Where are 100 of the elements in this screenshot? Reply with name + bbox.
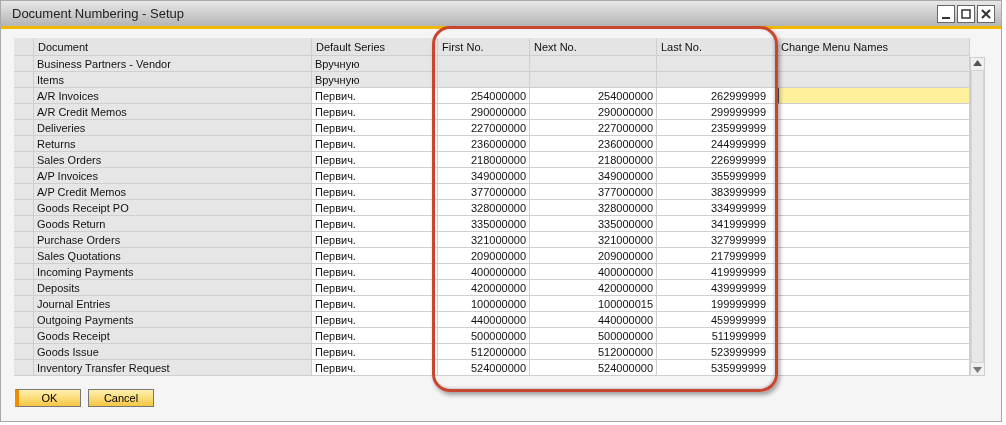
row-header[interactable] <box>14 328 34 344</box>
next-number-cell[interactable]: 328000000 <box>530 200 657 216</box>
first-number-cell[interactable] <box>438 56 530 72</box>
menu-name-cell[interactable] <box>777 200 970 216</box>
first-number-cell[interactable]: 377000000 <box>438 184 530 200</box>
series-cell[interactable]: Первич. <box>312 312 438 328</box>
menu-name-cell[interactable] <box>777 296 970 312</box>
menu-name-cell[interactable] <box>777 280 970 296</box>
last-number-cell[interactable]: 459999999 <box>657 312 777 328</box>
last-number-cell[interactable]: 439999999 <box>657 280 777 296</box>
first-number-cell[interactable]: 290000000 <box>438 104 530 120</box>
minimize-button[interactable] <box>937 4 955 23</box>
menu-name-cell[interactable] <box>777 184 970 200</box>
row-header[interactable] <box>14 168 34 184</box>
menu-name-cell[interactable] <box>777 328 970 344</box>
next-number-cell[interactable]: 321000000 <box>530 232 657 248</box>
series-cell[interactable]: Первич. <box>312 152 438 168</box>
last-number-cell[interactable]: 355999999 <box>657 168 777 184</box>
scroll-down-icon[interactable] <box>973 367 982 373</box>
row-header[interactable] <box>14 88 34 104</box>
first-number-cell[interactable]: 209000000 <box>438 248 530 264</box>
series-cell[interactable]: Первич. <box>312 248 438 264</box>
first-number-cell[interactable]: 321000000 <box>438 232 530 248</box>
last-number-cell[interactable]: 535999999 <box>657 360 777 376</box>
row-header[interactable] <box>14 264 34 280</box>
first-number-cell[interactable]: 500000000 <box>438 328 530 344</box>
first-number-cell[interactable]: 328000000 <box>438 200 530 216</box>
next-number-cell[interactable]: 440000000 <box>530 312 657 328</box>
next-number-cell[interactable]: 420000000 <box>530 280 657 296</box>
next-number-cell[interactable]: 290000000 <box>530 104 657 120</box>
row-header[interactable] <box>14 56 34 72</box>
row-header[interactable] <box>14 216 34 232</box>
first-number-cell[interactable]: 236000000 <box>438 136 530 152</box>
first-number-cell[interactable]: 218000000 <box>438 152 530 168</box>
maximize-button[interactable] <box>957 4 975 23</box>
next-number-cell[interactable]: 512000000 <box>530 344 657 360</box>
first-number-cell[interactable]: 524000000 <box>438 360 530 376</box>
row-header[interactable] <box>14 296 34 312</box>
last-number-cell[interactable] <box>657 72 777 88</box>
series-cell[interactable]: Первич. <box>312 120 438 136</box>
last-number-cell[interactable]: 419999999 <box>657 264 777 280</box>
series-cell[interactable]: Первич. <box>312 184 438 200</box>
last-number-cell[interactable]: 217999999 <box>657 248 777 264</box>
last-number-cell[interactable] <box>657 56 777 72</box>
cancel-button[interactable]: Cancel <box>88 389 154 407</box>
last-number-cell[interactable]: 523999999 <box>657 344 777 360</box>
scroll-up-icon[interactable] <box>973 60 982 66</box>
menu-name-cell[interactable] <box>777 152 970 168</box>
menu-name-cell[interactable] <box>777 312 970 328</box>
row-header[interactable] <box>14 120 34 136</box>
ok-button[interactable]: OK <box>15 389 81 407</box>
series-cell[interactable]: Первич. <box>312 264 438 280</box>
row-header[interactable] <box>14 136 34 152</box>
next-number-cell[interactable]: 209000000 <box>530 248 657 264</box>
first-number-cell[interactable]: 512000000 <box>438 344 530 360</box>
menu-name-cell[interactable] <box>777 264 970 280</box>
series-cell[interactable]: Первич. <box>312 88 438 104</box>
row-header[interactable] <box>14 248 34 264</box>
next-number-cell[interactable]: 236000000 <box>530 136 657 152</box>
next-number-cell[interactable]: 218000000 <box>530 152 657 168</box>
row-header[interactable] <box>14 312 34 328</box>
next-number-cell[interactable]: 227000000 <box>530 120 657 136</box>
row-header[interactable] <box>14 104 34 120</box>
menu-name-cell[interactable] <box>777 248 970 264</box>
series-cell[interactable]: Первич. <box>312 232 438 248</box>
last-number-cell[interactable]: 226999999 <box>657 152 777 168</box>
menu-name-cell[interactable] <box>777 360 970 376</box>
menu-name-cell[interactable] <box>777 168 970 184</box>
first-number-cell[interactable]: 254000000 <box>438 88 530 104</box>
row-header[interactable] <box>14 152 34 168</box>
menu-name-cell[interactable] <box>777 88 970 104</box>
menu-name-cell[interactable] <box>777 120 970 136</box>
menu-name-cell[interactable] <box>777 136 970 152</box>
next-number-cell[interactable]: 335000000 <box>530 216 657 232</box>
last-number-cell[interactable]: 299999999 <box>657 104 777 120</box>
last-number-cell[interactable]: 327999999 <box>657 232 777 248</box>
last-number-cell[interactable]: 511999999 <box>657 328 777 344</box>
series-cell[interactable]: Первич. <box>312 216 438 232</box>
row-header[interactable] <box>14 360 34 376</box>
first-number-cell[interactable]: 400000000 <box>438 264 530 280</box>
row-header[interactable] <box>14 280 34 296</box>
menu-name-cell[interactable] <box>777 344 970 360</box>
menu-name-cell[interactable] <box>777 232 970 248</box>
next-number-cell[interactable]: 500000000 <box>530 328 657 344</box>
next-number-cell[interactable]: 100000015 <box>530 296 657 312</box>
row-header[interactable] <box>14 344 34 360</box>
menu-name-cell[interactable] <box>777 104 970 120</box>
next-number-cell[interactable]: 254000000 <box>530 88 657 104</box>
last-number-cell[interactable]: 262999999 <box>657 88 777 104</box>
series-cell[interactable]: Первич. <box>312 104 438 120</box>
series-cell[interactable]: Первич. <box>312 296 438 312</box>
first-number-cell[interactable]: 227000000 <box>438 120 530 136</box>
row-header[interactable] <box>14 200 34 216</box>
series-cell[interactable]: Первич. <box>312 360 438 376</box>
close-button[interactable] <box>977 4 995 23</box>
next-number-cell[interactable]: 524000000 <box>530 360 657 376</box>
row-header[interactable] <box>14 72 34 88</box>
series-cell[interactable]: Первич. <box>312 168 438 184</box>
first-number-cell[interactable] <box>438 72 530 88</box>
last-number-cell[interactable]: 244999999 <box>657 136 777 152</box>
